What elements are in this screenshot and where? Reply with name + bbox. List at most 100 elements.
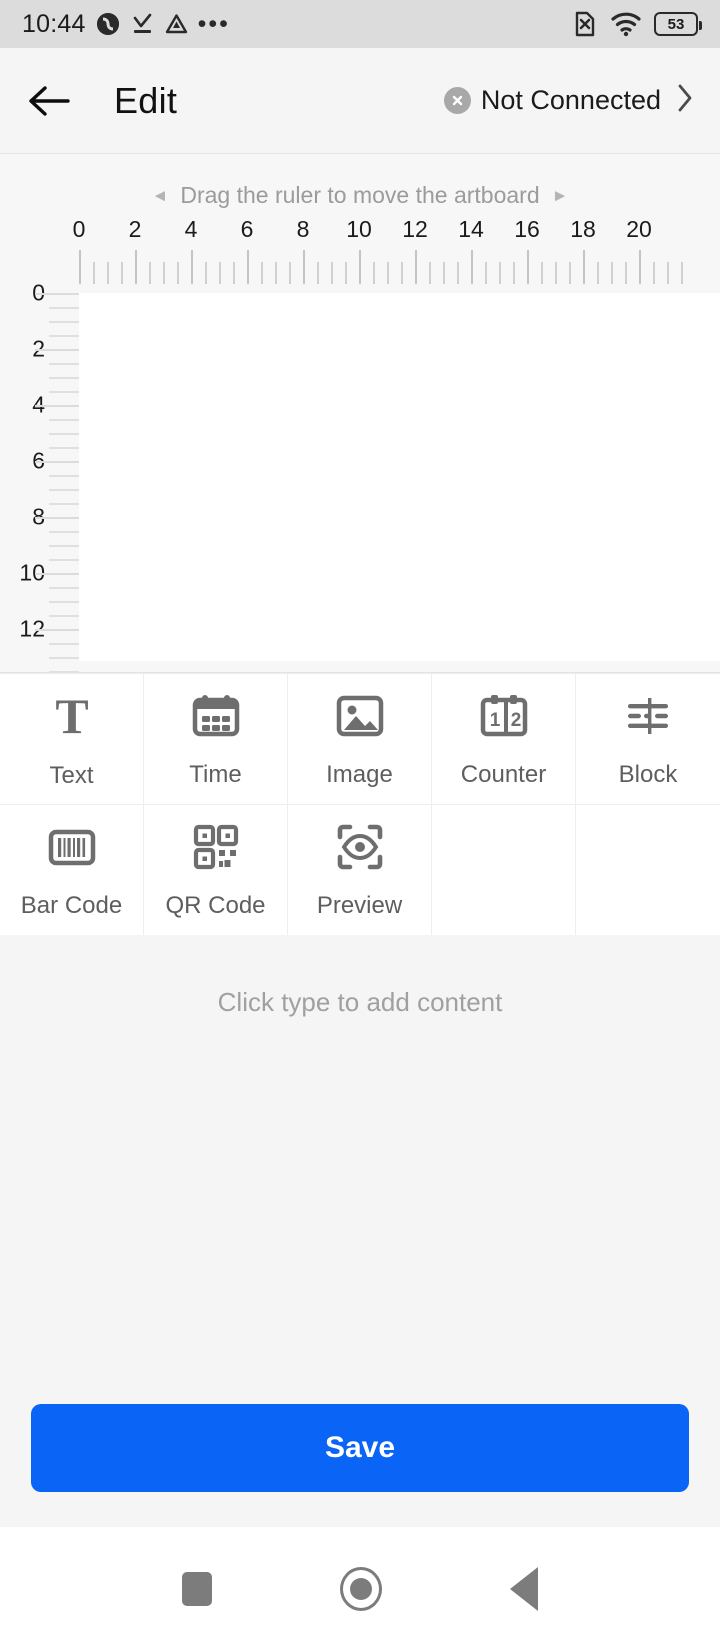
v-ruler-tick (49, 643, 79, 645)
tool-block[interactable]: Block (576, 674, 720, 805)
h-ruler-tick (149, 262, 151, 284)
tool-preview[interactable]: Preview (288, 805, 432, 936)
h-ruler-tick (569, 262, 571, 284)
h-ruler-tick (681, 262, 683, 284)
download-check-icon (130, 12, 155, 37)
vertical-ruler[interactable]: 024681012 (0, 280, 79, 674)
status-bar-left: 10:44 ••• (22, 10, 230, 39)
circle-home-icon[interactable] (340, 1566, 382, 1611)
h-ruler-tick (415, 250, 417, 284)
v-ruler-tick (49, 531, 79, 533)
v-ruler-tick (35, 629, 79, 631)
artboard-canvas[interactable] (79, 293, 720, 661)
status-bar-right: 53 (570, 10, 702, 38)
v-ruler-tick (49, 545, 79, 547)
v-ruler-tick (49, 475, 79, 477)
tool-label: QR Code (165, 891, 266, 919)
h-ruler-tick (303, 250, 305, 284)
save-button[interactable]: Save (31, 1404, 689, 1492)
h-ruler-tick (205, 262, 207, 284)
tool-empty-slot (432, 805, 576, 936)
tool-label: Bar Code (20, 891, 123, 919)
tool-grid: T Text Time Image 1 2 Counter Block Bar Code QR C… (0, 673, 720, 936)
h-ruler-label: 10 (346, 216, 372, 242)
v-ruler-tick (49, 433, 79, 435)
v-ruler-tick (49, 601, 79, 603)
triangle-right-icon: ► (551, 185, 569, 205)
h-ruler-tick (317, 262, 319, 284)
h-ruler-label: 2 (128, 216, 142, 242)
app-root: 10:44 ••• 53 Edit Not Connected ◄ Drag t… (0, 0, 720, 1650)
v-ruler-tick (35, 461, 79, 463)
preview-eye-icon (334, 821, 386, 878)
back-arrow-icon[interactable] (26, 78, 72, 124)
v-ruler-tick (49, 587, 79, 589)
h-ruler-tick (373, 262, 375, 284)
v-ruler-tick (49, 307, 79, 309)
sim-card-off-icon (570, 10, 598, 38)
h-ruler-label: 4 (184, 216, 198, 242)
android-nav-bar (0, 1527, 720, 1650)
v-ruler-tick (49, 615, 79, 617)
barcode-icon (46, 821, 98, 878)
v-ruler-tick (35, 405, 79, 407)
tool-bar-code[interactable]: Bar Code (0, 805, 144, 936)
v-ruler-tick (35, 517, 79, 519)
h-ruler-tick (93, 262, 95, 284)
chevron-right-icon (676, 83, 694, 118)
more-dots-icon: ••• (197, 10, 230, 38)
tool-image[interactable]: Image (288, 674, 432, 805)
v-ruler-tick (35, 349, 79, 351)
tool-time[interactable]: Time (144, 674, 288, 805)
tool-label: Counter (460, 760, 547, 788)
image-icon (334, 690, 386, 747)
qrcode-icon (190, 821, 242, 878)
battery-indicator: 53 (654, 12, 702, 36)
h-ruler-tick (653, 262, 655, 284)
tool-label: Time (189, 760, 242, 788)
v-ruler-tick (49, 335, 79, 337)
app-header: Edit Not Connected (0, 48, 720, 153)
tool-text[interactable]: T Text (0, 674, 144, 805)
tool-empty-slot (576, 805, 720, 936)
v-ruler-tick (49, 559, 79, 561)
v-ruler-tick (35, 573, 79, 575)
tool-counter[interactable]: 1 2 Counter (432, 674, 576, 805)
tool-qr-code[interactable]: QR Code (144, 805, 288, 936)
battery-level-label: 53 (667, 15, 685, 33)
ruler-hint-label: Drag the ruler to move the artboard (180, 182, 540, 208)
triangle-back-icon[interactable] (510, 1566, 538, 1611)
status-bar-clock: 10:44 (22, 9, 86, 38)
h-ruler-tick (289, 262, 291, 284)
status-bar: 10:44 ••• 53 (0, 0, 720, 48)
h-ruler-tick (527, 250, 529, 284)
connection-status-button[interactable]: Not Connected (443, 83, 694, 118)
h-ruler-tick (359, 250, 361, 284)
v-ruler-tick (35, 293, 79, 295)
horizontal-ruler[interactable]: 0 2 4 6 8 10 12 14 16 18 20 (0, 216, 720, 286)
wifi-icon (611, 11, 641, 37)
v-ruler-tick (49, 489, 79, 491)
square-recents-icon[interactable] (182, 1571, 212, 1606)
h-ruler-tick (485, 262, 487, 284)
ruler-hint: ◄ Drag the ruler to move the artboard ► (0, 182, 720, 209)
triangle-app-icon (164, 12, 189, 37)
h-ruler-tick (429, 262, 431, 284)
v-ruler-tick (49, 321, 79, 323)
h-ruler-tick (247, 250, 249, 284)
text-icon: T (45, 688, 99, 748)
h-ruler-tick (457, 262, 459, 284)
svg-text:1: 1 (489, 710, 500, 731)
v-ruler-tick (49, 503, 79, 505)
v-ruler-tick (49, 363, 79, 365)
v-ruler-tick (49, 391, 79, 393)
h-ruler-tick (583, 250, 585, 284)
h-ruler-tick (275, 262, 277, 284)
h-ruler-tick (163, 262, 165, 284)
h-ruler-label: 16 (514, 216, 540, 242)
tool-label: Preview (316, 891, 403, 919)
h-ruler-label: 14 (458, 216, 484, 242)
svg-text:2: 2 (510, 710, 521, 731)
h-ruler-label: 0 (72, 216, 86, 242)
empty-content-hint: Click type to add content (217, 987, 503, 1017)
